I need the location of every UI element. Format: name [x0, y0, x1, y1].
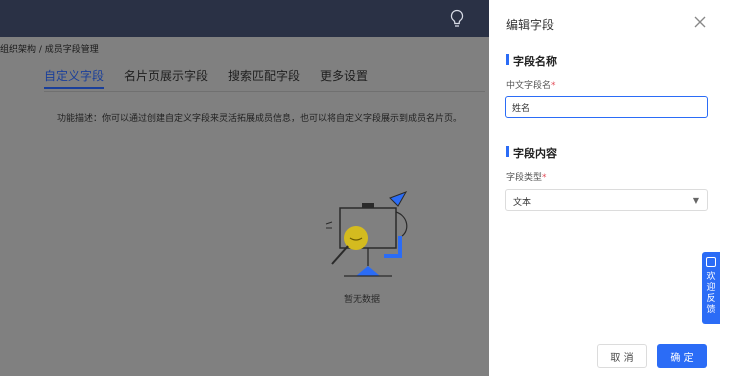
tab-search-match-fields[interactable]: 搜索匹配字段: [228, 67, 300, 89]
tab-bar: 自定义字段 名片页展示字段 搜索匹配字段 更多设置: [44, 67, 368, 89]
feedback-button[interactable]: 欢迎反馈: [702, 252, 720, 324]
field-type-value: 文本: [513, 198, 532, 208]
empty-state-illustration: [325, 191, 408, 277]
message-icon: [706, 257, 716, 267]
tab-custom-fields[interactable]: 自定义字段: [44, 67, 105, 89]
required-mark: *: [542, 173, 547, 183]
tab-card-display-fields[interactable]: 名片页展示字段: [124, 67, 208, 89]
field-name-input[interactable]: [505, 96, 708, 118]
feedback-label: 欢迎反馈: [706, 272, 716, 315]
field-label-type: 字段类型*: [506, 170, 547, 183]
field-label-text: 中文字段名: [506, 81, 552, 91]
cancel-button[interactable]: 取 消: [597, 344, 647, 368]
tab-divider: [44, 91, 485, 92]
empty-state-text: 暂无数据: [344, 295, 381, 305]
breadcrumb: 组织架构 / 成员字段管理: [0, 45, 99, 55]
section-title-field-content: 字段内容: [506, 145, 557, 161]
field-label-chinese-name: 中文字段名*: [506, 78, 556, 91]
field-label-text: 字段类型: [506, 173, 543, 183]
edit-field-drawer: 编辑字段 字段名称 中文字段名* 字段内容 字段类型* 文本 ▼ 取 消 确 定: [489, 0, 735, 376]
caret-down-icon: ▼: [692, 196, 699, 205]
top-navigation-bar: [0, 0, 489, 37]
field-type-select[interactable]: 文本 ▼: [505, 189, 708, 211]
function-description: 功能描述：你可以通过创建自定义字段来灵活拓展成员信息，也可以将自定义字段展示到成…: [57, 114, 463, 124]
drawer-title: 编辑字段: [506, 18, 555, 32]
required-mark: *: [551, 81, 556, 91]
close-icon[interactable]: [693, 15, 707, 29]
section-title-field-name: 字段名称: [506, 53, 557, 69]
tab-more-settings[interactable]: 更多设置: [320, 67, 368, 89]
confirm-button[interactable]: 确 定: [657, 344, 707, 368]
lightbulb-icon[interactable]: [449, 9, 465, 29]
